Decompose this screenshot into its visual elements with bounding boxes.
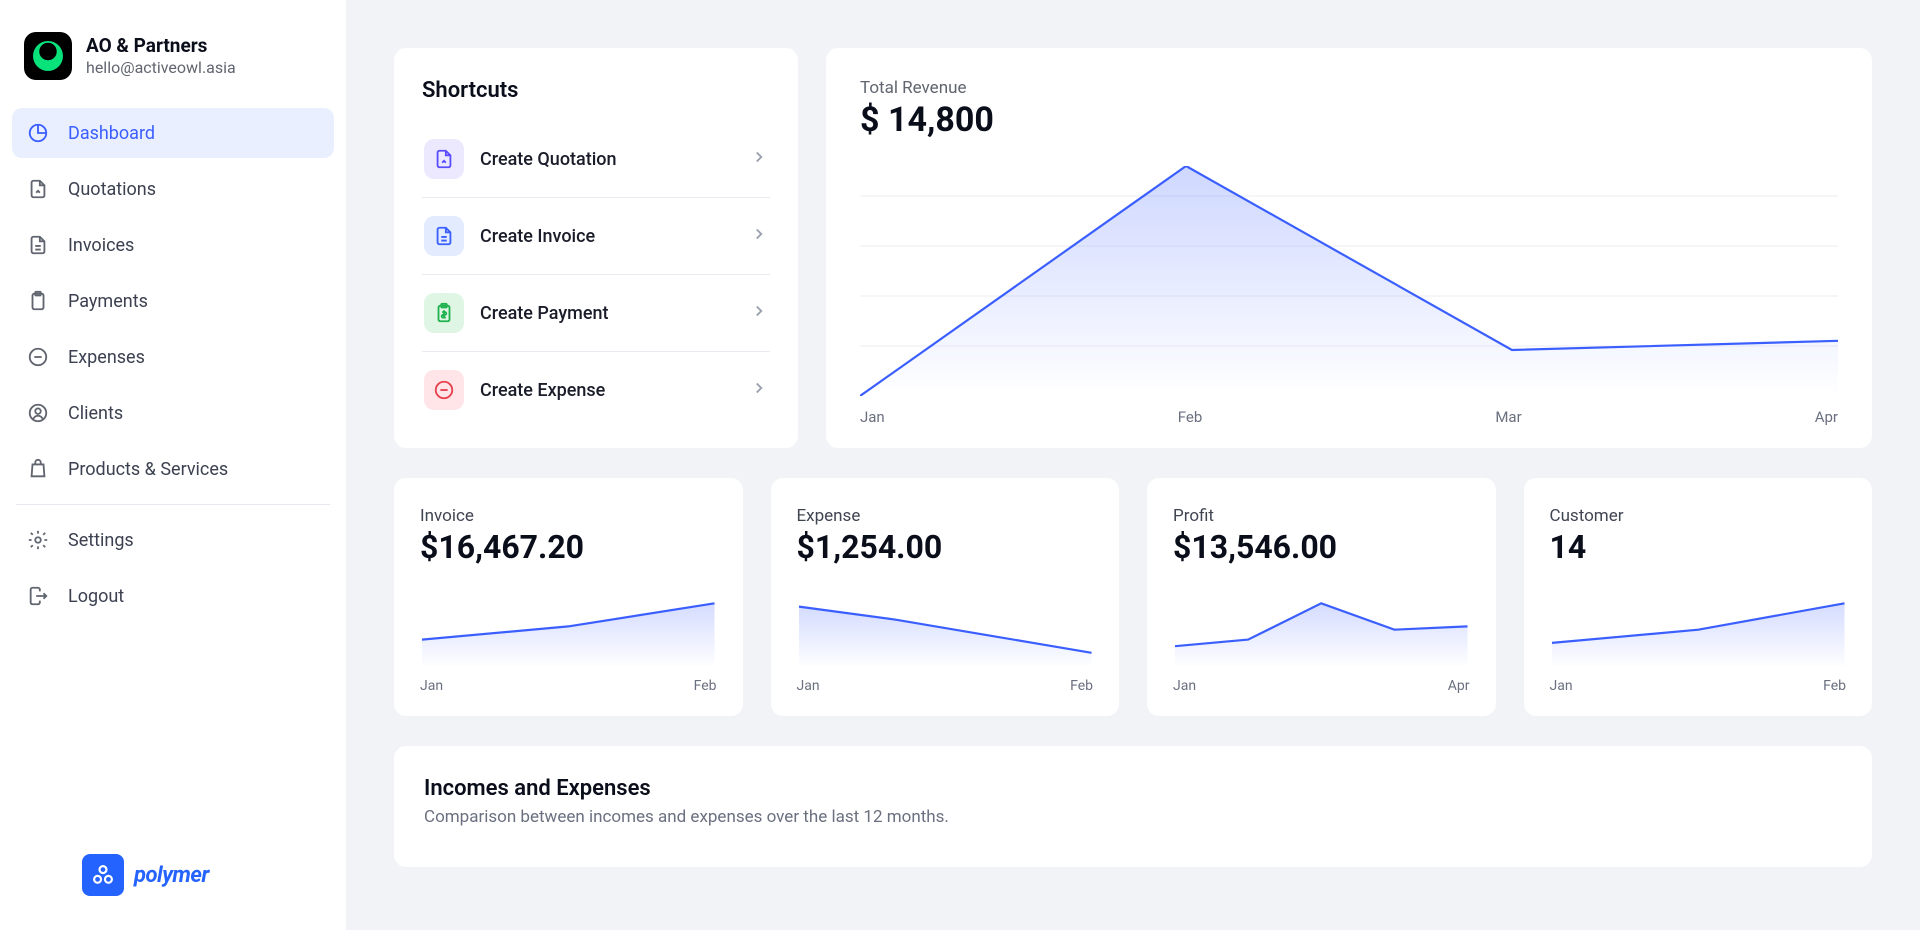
x-tick: Feb [1070,678,1093,694]
shortcut-create-payment[interactable]: Create Payment [422,274,770,351]
sidebar-item-label: Clients [68,403,123,424]
pie-chart-icon [26,121,50,145]
x-tick: Apr [1448,678,1470,694]
sidebar-item-label: Payments [68,291,148,312]
kpi-sparkline [1550,598,1847,668]
shortcut-label: Create Invoice [480,226,734,247]
kpi-label: Profit [1173,506,1470,526]
incomes-subtitle: Comparison between incomes and expenses … [424,807,1842,827]
clipboard-money-icon [424,293,464,333]
kpi-x-axis: Jan Feb [797,678,1094,694]
document-edit-icon [26,177,50,201]
revenue-x-axis: Jan Feb Mar Apr [860,408,1838,426]
logout-icon [26,584,50,608]
nav-primary: Dashboard Quotations Invoices Payments Expen… [12,108,334,494]
x-tick: Jan [1173,678,1196,694]
shortcut-create-invoice[interactable]: Create Invoice [422,197,770,274]
sidebar-item-label: Expenses [68,347,145,368]
minus-circle-icon [26,345,50,369]
revenue-label: Total Revenue [860,78,1838,98]
kpi-card-customer: Customer14 Jan Feb [1524,478,1873,716]
sidebar-item-quotations[interactable]: Quotations [12,164,334,214]
kpi-value: $16,467.20 [420,528,717,566]
main-content: Shortcuts Create Quotation Create Invoice… [346,0,1920,930]
org-logo [24,32,72,80]
org-block[interactable]: AO & Partners hello@activeowl.asia [12,32,334,108]
x-tick: Jan [860,408,885,426]
brand-logo-icon [82,854,124,896]
sidebar-item-logout[interactable]: Logout [12,571,334,621]
revenue-card: Total Revenue $ 14,800 [826,48,1872,448]
x-tick: Mar [1495,408,1521,426]
chevron-right-icon [750,379,768,401]
nav-secondary: Settings Logout [12,515,334,621]
sidebar-item-label: Quotations [68,179,156,200]
revenue-value: $ 14,800 [860,100,1838,140]
document-text-icon [26,233,50,257]
revenue-chart [860,166,1838,396]
nav-divider [16,504,330,505]
sidebar-item-label: Products & Services [68,459,228,480]
kpi-sparkline [1173,598,1470,668]
shortcuts-card: Shortcuts Create Quotation Create Invoice… [394,48,798,448]
kpi-label: Invoice [420,506,717,526]
x-tick: Jan [797,678,820,694]
sidebar-item-clients[interactable]: Clients [12,388,334,438]
shortcut-label: Create Quotation [480,149,734,170]
kpi-x-axis: Jan Feb [1550,678,1847,694]
brand-name: polymer [134,863,209,888]
chevron-right-icon [750,302,768,324]
sidebar-item-label: Logout [68,586,124,607]
kpi-value: $13,546.00 [1173,528,1470,566]
sidebar-item-products-services[interactable]: Products & Services [12,444,334,494]
document-edit-icon [424,139,464,179]
kpi-label: Expense [797,506,1094,526]
user-circle-icon [26,401,50,425]
sidebar-item-settings[interactable]: Settings [12,515,334,565]
incomes-title: Incomes and Expenses [424,776,1842,801]
kpi-card-invoice: Invoice$16,467.20 Jan Feb [394,478,743,716]
x-tick: Apr [1815,408,1838,426]
incomes-expenses-card: Incomes and Expenses Comparison between … [394,746,1872,867]
shortcut-label: Create Expense [480,380,734,401]
clipboard-icon [26,289,50,313]
sidebar-item-label: Invoices [68,235,134,256]
kpi-x-axis: Jan Feb [420,678,717,694]
shopping-bag-icon [26,457,50,481]
x-tick: Feb [1823,678,1846,694]
chevron-right-icon [750,225,768,247]
org-name: AO & Partners [86,35,236,58]
kpi-sparkline [420,598,717,668]
kpi-card-expense: Expense$1,254.00 Jan Feb [771,478,1120,716]
org-email: hello@activeowl.asia [86,58,236,77]
sidebar-item-expenses[interactable]: Expenses [12,332,334,382]
kpi-value: 14 [1550,528,1847,566]
shortcut-label: Create Payment [480,303,734,324]
sidebar: AO & Partners hello@activeowl.asia Dashb… [0,0,346,930]
chevron-right-icon [750,148,768,170]
x-tick: Jan [1550,678,1573,694]
gear-icon [26,528,50,552]
minus-circle-icon [424,370,464,410]
brand[interactable]: polymer [12,854,334,906]
sidebar-item-payments[interactable]: Payments [12,276,334,326]
kpi-card-profit: Profit$13,546.00 Jan Apr [1147,478,1496,716]
shortcuts-title: Shortcuts [422,78,770,103]
shortcut-create-quotation[interactable]: Create Quotation [422,121,770,197]
x-tick: Feb [694,678,717,694]
shortcut-create-expense[interactable]: Create Expense [422,351,770,428]
kpi-x-axis: Jan Apr [1173,678,1470,694]
kpi-label: Customer [1550,506,1847,526]
x-tick: Feb [1178,408,1203,426]
kpi-sparkline [797,598,1094,668]
kpi-value: $1,254.00 [797,528,1094,566]
x-tick: Jan [420,678,443,694]
sidebar-item-invoices[interactable]: Invoices [12,220,334,270]
sidebar-item-label: Dashboard [68,123,155,144]
document-text-icon [424,216,464,256]
sidebar-item-dashboard[interactable]: Dashboard [12,108,334,158]
sidebar-item-label: Settings [68,530,134,551]
